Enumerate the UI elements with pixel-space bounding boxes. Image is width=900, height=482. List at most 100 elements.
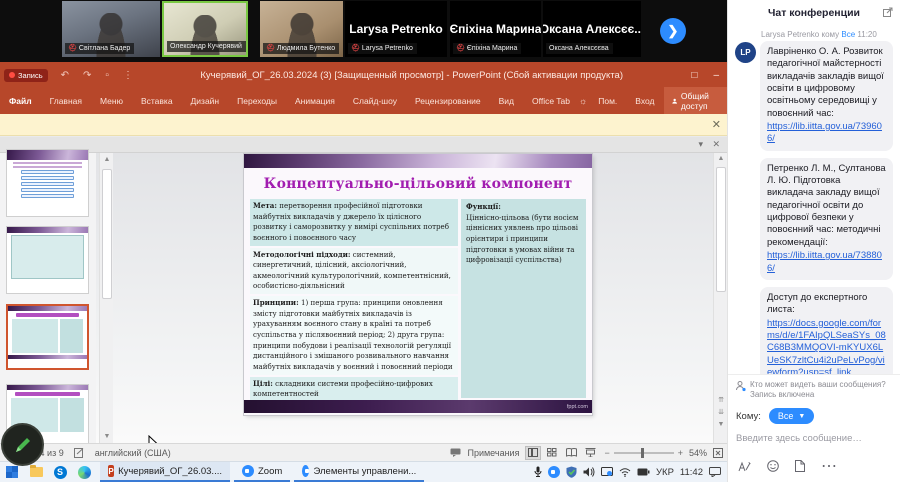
skype-button[interactable]: S [48, 462, 72, 482]
tab-review[interactable]: Рецензирование [406, 96, 490, 106]
slideshow-icon[interactable]: ▫ [105, 70, 109, 81]
more-icon[interactable]: ⋯ [821, 456, 837, 476]
tell-me-bulb-icon[interactable]: ☼ [579, 96, 587, 106]
participant-name-tag: ⛑Людмила Бутенко [263, 43, 339, 54]
windows-taskbar: S P Кучерявий_ОГ_26.03.... Zoom Элементы… [0, 461, 727, 482]
scroll-down-icon[interactable]: ▼ [101, 433, 113, 440]
tab-home[interactable]: Главная [41, 96, 91, 106]
thumb-button [21, 170, 74, 174]
format-icon[interactable] [738, 460, 751, 472]
display-cast-icon[interactable] [601, 467, 613, 477]
taskbar-app-powerpoint[interactable]: P Кучерявий_ОГ_26.03.... [100, 462, 230, 482]
share-button[interactable]: Общий доступ [664, 87, 727, 115]
thumb-left-column [12, 319, 58, 353]
slide-thumbnail[interactable] [6, 149, 89, 217]
chat-toolbar: ⋯ [738, 456, 892, 476]
slide-thumbnail[interactable] [6, 226, 89, 294]
powerpoint-icon: P [108, 465, 114, 477]
tab-file[interactable]: Файл [0, 96, 41, 106]
zoom-track[interactable] [614, 452, 674, 454]
previous-slide-icon[interactable]: ⇈ [715, 396, 727, 404]
emoji-icon[interactable] [767, 460, 779, 472]
scroll-down-icon[interactable]: ▼ [715, 421, 727, 428]
scrollbar-thumb[interactable] [102, 169, 112, 299]
spellcheck-icon[interactable] [74, 448, 85, 458]
tab-transitions[interactable]: Переходы [228, 96, 286, 106]
security-shield-icon[interactable] [566, 466, 577, 478]
participant-tile[interactable]: Єпіхіна Марина ⛑Єпіхіна Марина [450, 1, 541, 57]
redo-icon[interactable]: ↷ [83, 70, 91, 81]
taskbar-app-zoom-controls[interactable]: Элементы управлени... [294, 462, 424, 482]
minimize-icon[interactable]: – [713, 70, 719, 81]
clock[interactable]: 11:42 [680, 467, 703, 478]
zoom-out-icon[interactable]: − [604, 448, 609, 458]
scrollbar-thumb[interactable] [716, 167, 726, 292]
tab-animations[interactable]: Анимация [286, 96, 344, 106]
slide-sorter-view-button[interactable] [544, 446, 560, 460]
browser-icon [78, 466, 91, 479]
thumbnails-scrollbar[interactable]: ▲ ▼ [99, 153, 113, 443]
slideshow-view-button[interactable] [582, 446, 598, 460]
chat-messages[interactable]: Larysa Petrenko кому Все 11:20 LP Лаврін… [728, 26, 900, 374]
wifi-icon[interactable] [619, 468, 631, 477]
undo-icon[interactable]: ↶ [61, 70, 69, 81]
tab-menu[interactable]: Меню [91, 96, 132, 106]
participant-tile[interactable]: Larysa Petrenko ⛑Larysa Petrenko [345, 1, 447, 57]
participant-video-active-speaker[interactable]: Олександр Кучерявий [162, 1, 248, 57]
next-participants-button[interactable]: ❯ [660, 18, 686, 44]
zoom-tray-icon[interactable] [548, 466, 560, 478]
to-label: Кому: [736, 411, 761, 422]
close-bar-icon[interactable]: ✕ [712, 139, 720, 150]
tab-insert[interactable]: Вставка [132, 96, 182, 106]
tab-slideshow[interactable]: Слайд-шоу [344, 96, 406, 106]
notification-center-icon[interactable] [709, 467, 721, 477]
ribbon-display-options-icon[interactable]: □ [691, 70, 697, 81]
collapse-chevron-icon[interactable]: ▾ [698, 139, 703, 150]
close-message-bar-icon[interactable]: ✕ [712, 118, 721, 131]
speaker-icon[interactable] [583, 467, 595, 477]
chat-link[interactable]: https://docs.google.com/forms/d/e/1FAIpQ… [767, 318, 886, 374]
slide-row-meta: Мета: перетворення професійної підготовк… [250, 199, 458, 246]
slide-canvas[interactable]: Концептуально-цільовий компонент Мета: п… [244, 154, 592, 415]
thumb-header [8, 306, 87, 311]
window-title: Кучерявий_ОГ_26.03.2024 (3) [Защищенный … [140, 70, 683, 81]
zoom-in-icon[interactable]: + [678, 448, 683, 458]
chat-link[interactable]: https://lib.iitta.gov.ua/738806/ [767, 250, 886, 275]
browser-button[interactable] [72, 462, 96, 482]
slide-thumbnail-selected[interactable] [6, 304, 89, 370]
language-tray-indicator[interactable]: УКР [656, 467, 674, 478]
normal-view-button[interactable] [525, 446, 541, 460]
fit-slide-icon[interactable] [713, 448, 723, 458]
zoom-slider[interactable]: − + [604, 448, 683, 458]
tab-design[interactable]: Дизайн [182, 96, 229, 106]
next-slide-icon[interactable]: ⇊ [715, 408, 727, 416]
sign-in-button[interactable]: Вход [626, 96, 663, 106]
zoom-percent[interactable]: 54% [689, 448, 707, 458]
tab-office-tab[interactable]: Office Tab [523, 96, 579, 106]
language-indicator[interactable]: английский (США) [95, 448, 171, 458]
recipient-dropdown[interactable]: Все ▼ [769, 408, 814, 424]
reading-view-button[interactable] [563, 446, 579, 460]
chat-message[interactable]: Доступ до експертного листа: https://doc… [760, 287, 893, 374]
help-label[interactable]: Пом. [589, 96, 626, 106]
popout-icon[interactable] [883, 7, 893, 17]
chat-message[interactable]: Лавріненко О. А. Розвиток педагогічної м… [760, 41, 893, 151]
file-icon[interactable] [795, 460, 805, 472]
taskbar-app-zoom[interactable]: Zoom [234, 462, 290, 482]
chat-link[interactable]: https://lib.iitta.gov.ua/739606/ [767, 121, 886, 146]
main-scrollbar[interactable]: ▲ ▼ ⇈ ⇊ [713, 153, 727, 443]
participant-tile[interactable]: Оксана Алексєє... Оксана Алексєєва [543, 1, 641, 57]
participant-video[interactable]: ⛑Світлана Бадер [62, 1, 160, 57]
notes-button[interactable]: Примечания [467, 448, 519, 458]
zoom-thumb[interactable] [641, 448, 644, 458]
annotation-tool-button[interactable] [1, 423, 44, 466]
chat-message[interactable]: Петренко Л. М., Султанова Л. Ю. Підготов… [760, 158, 893, 280]
scroll-up-icon[interactable]: ▲ [101, 156, 113, 163]
tab-view[interactable]: Вид [490, 96, 523, 106]
participant-video[interactable]: ⛑Людмила Бутенко [260, 1, 343, 57]
scroll-up-icon[interactable]: ▲ [715, 155, 727, 162]
quick-access-menu-icon[interactable]: ⋮ [123, 70, 133, 81]
microphone-icon[interactable] [534, 466, 542, 478]
chat-input[interactable] [736, 433, 892, 444]
battery-icon[interactable] [637, 468, 650, 476]
